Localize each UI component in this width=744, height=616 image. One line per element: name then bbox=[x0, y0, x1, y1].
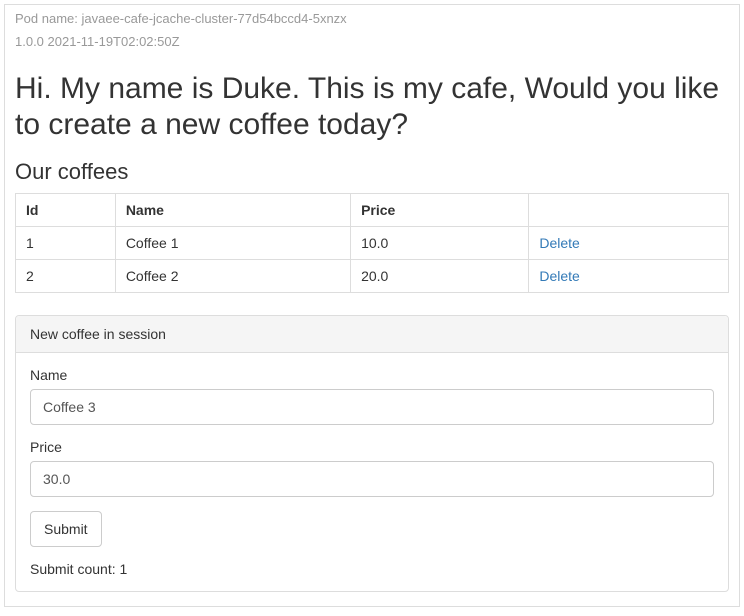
table-row: 1 Coffee 1 10.0 Delete bbox=[16, 227, 729, 260]
cell-name: Coffee 1 bbox=[115, 227, 350, 260]
col-header-name: Name bbox=[115, 194, 350, 227]
coffees-table: Id Name Price 1 Coffee 1 10.0 Delete 2 C… bbox=[15, 193, 729, 293]
page-title: Hi. My name is Duke. This is my cafe, Wo… bbox=[15, 71, 729, 143]
cell-id: 1 bbox=[16, 227, 116, 260]
cell-name: Coffee 2 bbox=[115, 260, 350, 293]
pod-name-line: Pod name: javaee-cafe-jcache-cluster-77d… bbox=[15, 11, 729, 26]
submit-count-text: Submit count: 1 bbox=[30, 561, 714, 577]
version-line: 1.0.0 2021-11-19T02:02:50Z bbox=[15, 34, 729, 49]
cell-actions: Delete bbox=[529, 227, 729, 260]
new-coffee-panel: New coffee in session Name Price Submit … bbox=[15, 315, 729, 592]
col-header-id: Id bbox=[16, 194, 116, 227]
col-header-actions bbox=[529, 194, 729, 227]
name-input[interactable] bbox=[30, 389, 714, 425]
cell-price: 10.0 bbox=[351, 227, 529, 260]
submit-button[interactable]: Submit bbox=[30, 511, 102, 547]
panel-heading: New coffee in session bbox=[16, 316, 728, 353]
delete-link[interactable]: Delete bbox=[539, 235, 579, 251]
table-row: 2 Coffee 2 20.0 Delete bbox=[16, 260, 729, 293]
cell-id: 2 bbox=[16, 260, 116, 293]
coffees-heading: Our coffees bbox=[15, 159, 729, 185]
col-header-price: Price bbox=[351, 194, 529, 227]
delete-link[interactable]: Delete bbox=[539, 268, 579, 284]
cell-price: 20.0 bbox=[351, 260, 529, 293]
price-input[interactable] bbox=[30, 461, 714, 497]
name-label: Name bbox=[30, 367, 714, 383]
price-label: Price bbox=[30, 439, 714, 455]
cell-actions: Delete bbox=[529, 260, 729, 293]
